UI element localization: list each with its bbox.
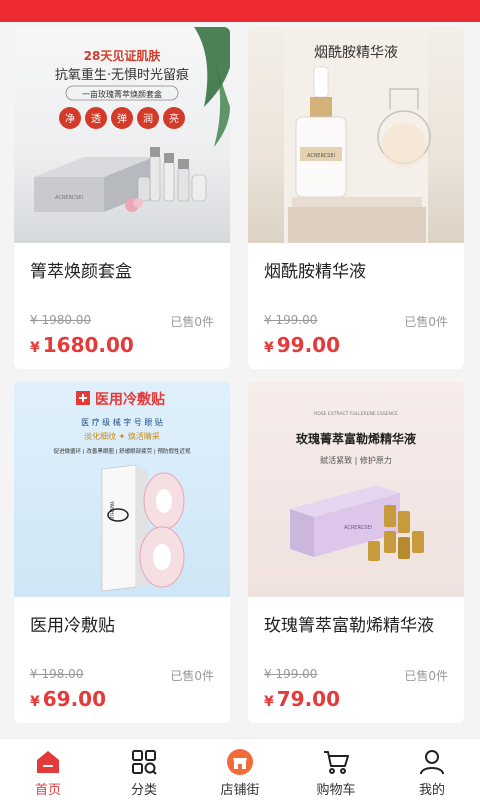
tab-label: 首页: [34, 783, 61, 798]
original-price: ¥ 199.00: [264, 313, 318, 327]
sold-count: 已售0件: [404, 315, 448, 329]
image-english: ROSE EXTRACT FULLERENE ESSENCE: [314, 411, 398, 417]
product-image: 28天见证肌肤 抗氧重生·无惧时光留痕 一亩玫瑰菁萃焕颜套盒 净 透 弹 润 亮…: [14, 27, 230, 243]
tab-label: 分类: [130, 783, 157, 798]
tab-me[interactable]: 我的: [384, 739, 480, 800]
currency-symbol: ¥: [30, 694, 40, 710]
currency-symbol: ¥: [264, 694, 274, 710]
original-price: ¥ 199.00: [264, 667, 318, 681]
price-value: 1680.00: [42, 333, 134, 357]
price-value: 69.00: [42, 687, 107, 711]
image-line3: 促进微循环 | 改善黑眼圈 | 舒缓眼部疲劳 | 预防假性近视: [53, 447, 191, 455]
sold-count: 已售0件: [170, 315, 214, 329]
tab-label: 我的: [418, 783, 445, 798]
sale-price: ¥79.00: [264, 687, 340, 711]
image-badge: 弹: [117, 112, 127, 125]
image-subline: 抗氧重生·无惧时光留痕: [55, 67, 189, 83]
product-art: ROSE EXTRACT FULLERENE ESSENCE 玫瑰菁萃富勒烯精华…: [290, 411, 424, 561]
product-image: 烟酰胺精华液 ACRERCSEI: [248, 27, 464, 243]
product-title: 医用冷敷贴: [30, 616, 115, 636]
price-value: 79.00: [276, 687, 341, 711]
image-headline: 玫瑰菁萃富勒烯精华液: [296, 431, 416, 446]
product-title: 箐萃焕颜套盒: [30, 262, 132, 282]
bottom-tab-bar: 首页 分类 店铺街 购物车 我的: [0, 738, 480, 800]
tab-category[interactable]: 分类: [96, 739, 192, 800]
image-brand: ACRERCSEI: [307, 153, 335, 159]
product-card[interactable]: 28天见证肌肤 抗氧重生·无惧时光留痕 一亩玫瑰菁萃焕颜套盒 净 透 弹 润 亮…: [14, 27, 230, 369]
user-icon: [417, 747, 447, 777]
price-value: 99.00: [276, 333, 341, 357]
image-badge: 透: [91, 113, 101, 125]
cart-icon: [321, 747, 351, 777]
original-price: ¥ 198.00: [30, 667, 84, 681]
sale-price: ¥69.00: [30, 687, 106, 711]
currency-symbol: ¥: [264, 340, 274, 356]
image-headline: 烟酰胺精华液: [314, 45, 398, 61]
product-art: 医用冷敷贴 医 疗 级 械 字 号 眼 贴 淡化细纹 ✦ 焕活睛采 促进微循环 …: [53, 391, 191, 592]
tab-cart[interactable]: 购物车: [288, 739, 384, 800]
sale-price: ¥1680.00: [30, 333, 134, 357]
image-subline: 赋活紧致 | 修护原力: [320, 455, 392, 465]
image-line2: 淡化细纹 ✦ 焕活睛采: [84, 431, 160, 441]
sold-count: 已售0件: [404, 669, 448, 683]
product-art: 28天见证肌肤 抗氧重生·无惧时光留痕 一亩玫瑰菁萃焕颜套盒 净 透 弹 润 亮…: [34, 27, 230, 212]
home-icon: [33, 747, 63, 777]
image-badge: 亮: [169, 112, 179, 125]
category-icon: [129, 747, 159, 777]
store-icon: [225, 747, 255, 777]
product-image: 医用冷敷贴 医 疗 级 械 字 号 眼 贴 淡化细纹 ✦ 焕活睛采 促进微循环 …: [14, 381, 230, 597]
tab-label: 店铺街: [220, 783, 260, 798]
image-brand: ACRERCSEI: [344, 525, 372, 531]
status-bar: [0, 0, 480, 22]
image-badge: 净: [65, 112, 75, 125]
tab-store-street[interactable]: 店铺街: [192, 739, 288, 800]
original-price: ¥ 1980.00: [30, 313, 92, 327]
product-image: ROSE EXTRACT FULLERENE ESSENCE 玫瑰菁萃富勒烯精华…: [248, 381, 464, 597]
product-grid: 28天见证肌肤 抗氧重生·无惧时光留痕 一亩玫瑰菁萃焕颜套盒 净 透 弹 润 亮…: [0, 22, 480, 740]
product-card[interactable]: 烟酰胺精华液 ACRERCSEI 烟酰胺精华液 ¥ 199.00 已售0件 ¥9…: [248, 27, 464, 369]
image-badge: 润: [143, 112, 153, 125]
sale-price: ¥99.00: [264, 333, 340, 357]
currency-symbol: ¥: [30, 340, 40, 356]
product-card[interactable]: 医用冷敷贴 医 疗 级 械 字 号 眼 贴 淡化细纹 ✦ 焕活睛采 促进微循环 …: [14, 381, 230, 723]
sold-count: 已售0件: [170, 669, 214, 683]
tab-label: 购物车: [316, 783, 356, 798]
image-headline: 28天见证肌肤: [84, 48, 162, 63]
tab-home[interactable]: 首页: [0, 739, 96, 800]
image-banner: 一亩玫瑰菁萃焕颜套盒: [82, 89, 162, 99]
product-title: 玫瑰箐萃富勒烯精华液: [264, 616, 434, 636]
product-title: 烟酰胺精华液: [264, 262, 366, 282]
image-badges: 净 透 弹 润 亮: [59, 107, 185, 129]
product-card[interactable]: ROSE EXTRACT FULLERENE ESSENCE 玫瑰菁萃富勒烯精华…: [248, 381, 464, 723]
image-brand: ACRERCSEI: [55, 195, 83, 201]
image-line1: 医 疗 级 械 字 号 眼 贴: [81, 417, 163, 427]
product-art: 烟酰胺精华液 ACRERCSEI: [284, 27, 431, 243]
image-headline: 医用冷敷贴: [95, 391, 165, 408]
